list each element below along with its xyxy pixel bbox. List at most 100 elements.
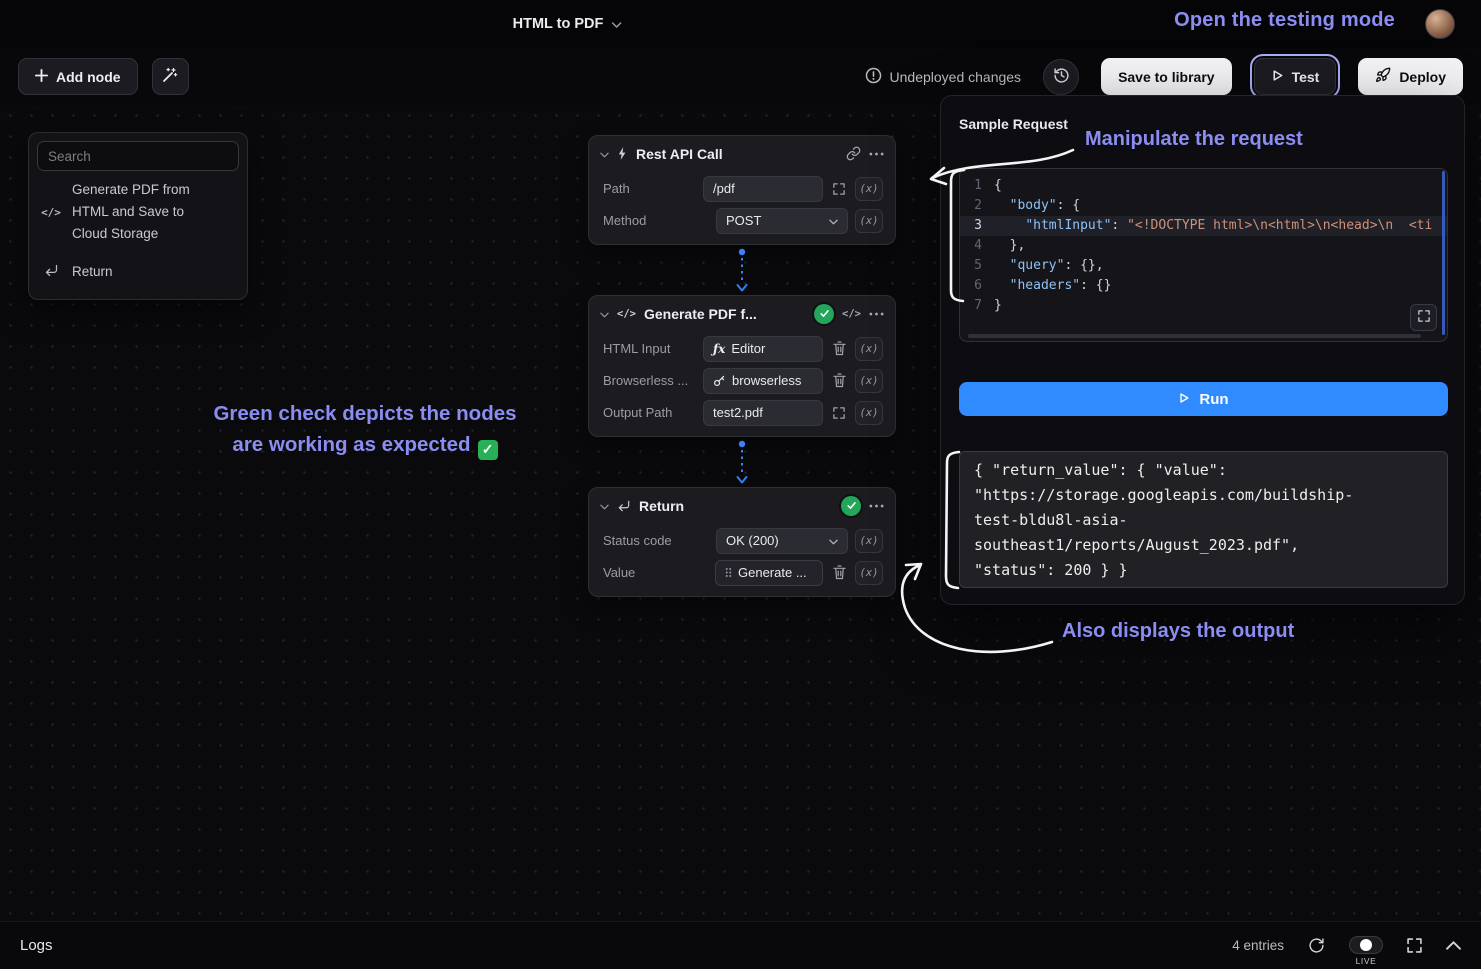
- live-label: LIVE: [1356, 956, 1377, 966]
- add-node-label: Add node: [56, 69, 121, 85]
- chevron-down-icon[interactable]: [600, 145, 609, 163]
- node-header[interactable]: </> Generate PDF f... </>: [589, 296, 895, 331]
- variable-binding-button[interactable]: (x): [855, 337, 883, 361]
- line-number: 5: [960, 256, 994, 276]
- chevron-down-icon[interactable]: [600, 305, 609, 323]
- trash-icon[interactable]: [830, 565, 848, 580]
- code-line[interactable]: 6 "headers": {}: [960, 276, 1447, 296]
- key-icon: [713, 374, 726, 387]
- node-generate-pdf[interactable]: </> Generate PDF f... </> HTML Input ƒx …: [588, 295, 896, 437]
- collapse-panel-button[interactable]: [1446, 941, 1461, 950]
- node-body: Status code OK (200) (x) Value Generate …: [589, 523, 895, 596]
- request-code-editor[interactable]: 1{2 "body": {3 "htmlInput": "<!DOCTYPE h…: [959, 168, 1448, 342]
- code-icon: </>: [617, 308, 636, 320]
- node-body: Path /pdf (x) Method POST (x): [589, 171, 895, 244]
- chevron-down-icon[interactable]: [600, 497, 609, 515]
- save-to-library-button[interactable]: Save to library: [1101, 58, 1232, 95]
- trash-icon[interactable]: [830, 373, 848, 388]
- code-text: "htmlInput": "<!DOCTYPE html>\n<html>\n<…: [994, 216, 1432, 236]
- plus-icon: [35, 69, 48, 85]
- expand-icon[interactable]: [830, 407, 848, 419]
- undeployed-changes-label: Undeployed changes: [890, 69, 1022, 85]
- html-input-editor-button[interactable]: ƒx Editor: [703, 336, 823, 362]
- save-to-library-label: Save to library: [1118, 69, 1215, 85]
- history-button[interactable]: [1043, 59, 1079, 95]
- node-rest-api-call[interactable]: Rest API Call Path /pdf (x) Method P: [588, 135, 896, 245]
- code-line[interactable]: 5 "query": {},: [960, 256, 1447, 276]
- editor-scrollbar[interactable]: [1442, 171, 1445, 335]
- more-options-icon[interactable]: [869, 312, 884, 316]
- editor-horizontal-scrollbar[interactable]: [968, 334, 1421, 338]
- test-label: Test: [1292, 69, 1320, 85]
- code-line[interactable]: 2 "body": {: [960, 196, 1447, 216]
- live-toggle[interactable]: [1349, 936, 1383, 954]
- more-options-icon[interactable]: [869, 504, 884, 508]
- info-icon: [865, 67, 882, 87]
- add-node-button[interactable]: Add node: [18, 58, 138, 95]
- node-header[interactable]: Return: [589, 488, 895, 523]
- output-line: "status": 200 } }: [974, 558, 1433, 583]
- field-row-path: Path /pdf (x): [603, 175, 883, 202]
- avatar[interactable]: [1425, 9, 1455, 39]
- code-text: },: [994, 236, 1025, 256]
- expand-icon[interactable]: [830, 183, 848, 195]
- more-options-icon[interactable]: [869, 152, 884, 156]
- refresh-button[interactable]: [1308, 937, 1325, 954]
- magic-wand-button[interactable]: [152, 58, 189, 95]
- node-return[interactable]: Return Status code OK (200) (x) Value: [588, 487, 896, 597]
- live-toggle-group: LIVE: [1349, 936, 1383, 966]
- path-input[interactable]: /pdf: [703, 176, 823, 202]
- logs-label[interactable]: Logs: [20, 937, 53, 954]
- palette-item-generate-pdf[interactable]: </> Generate PDF from HTML and Save to C…: [37, 171, 239, 253]
- code-line[interactable]: 4 },: [960, 236, 1447, 256]
- output-path-input[interactable]: test2.pdf: [703, 400, 823, 426]
- deploy-button[interactable]: Deploy: [1358, 58, 1463, 95]
- annotation-manipulate-request: Manipulate the request: [1085, 128, 1303, 151]
- field-row-browserless: Browserless ... browserless (x): [603, 367, 883, 394]
- palette-item-label: Generate PDF from HTML and Save to Cloud…: [72, 179, 198, 245]
- variable-binding-button[interactable]: (x): [855, 177, 883, 201]
- search-input[interactable]: [37, 141, 239, 171]
- workflow-title-dropdown[interactable]: HTML to PDF: [513, 0, 622, 48]
- variable-binding-button[interactable]: (x): [855, 369, 883, 393]
- deploy-label: Deploy: [1399, 69, 1446, 85]
- field-row-status-code: Status code OK (200) (x): [603, 527, 883, 554]
- field-row-method: Method POST (x): [603, 207, 883, 234]
- chevron-down-icon: [829, 533, 838, 548]
- run-button[interactable]: Run: [959, 382, 1448, 416]
- status-bar: Logs 4 entries LIVE: [0, 921, 1481, 969]
- node-body: HTML Input ƒx Editor (x) Browserless ...…: [589, 331, 895, 436]
- browserless-credential[interactable]: browserless: [703, 368, 823, 394]
- run-output[interactable]: { "return_value": { "value": "https://st…: [959, 451, 1448, 588]
- line-number: 6: [960, 276, 994, 296]
- sample-request-title: Sample Request: [959, 116, 1068, 132]
- output-line: { "return_value": { "value":: [974, 458, 1433, 483]
- variable-binding-button[interactable]: (x): [855, 561, 883, 585]
- field-row-value: Value Generate ... (x): [603, 559, 883, 586]
- view-code-icon[interactable]: </>: [842, 308, 861, 320]
- palette-item-return[interactable]: Return: [37, 253, 239, 291]
- code-text: "query": {},: [994, 256, 1104, 276]
- node-title: Generate PDF f...: [644, 306, 757, 322]
- variable-binding-button[interactable]: (x): [855, 401, 883, 425]
- variable-binding-button[interactable]: (x): [855, 209, 883, 233]
- run-label: Run: [1199, 391, 1228, 408]
- code-line[interactable]: 7}: [960, 296, 1447, 316]
- link-icon[interactable]: [846, 146, 861, 161]
- status-code-select[interactable]: OK (200): [716, 528, 848, 554]
- value-node-reference[interactable]: Generate ...: [715, 560, 823, 586]
- field-label: Browserless ...: [603, 373, 688, 388]
- code-line[interactable]: 3 "htmlInput": "<!DOCTYPE html>\n<html>\…: [960, 216, 1447, 236]
- success-check-icon: [841, 496, 861, 516]
- node-header[interactable]: Rest API Call: [589, 136, 895, 171]
- fullscreen-button[interactable]: [1407, 938, 1422, 953]
- method-select[interactable]: POST: [716, 208, 848, 234]
- code-text: "body": {: [994, 196, 1080, 216]
- undeployed-changes-status: Undeployed changes: [865, 67, 1022, 87]
- play-icon: [1178, 391, 1190, 408]
- variable-binding-button[interactable]: (x): [855, 529, 883, 553]
- trash-icon[interactable]: [830, 341, 848, 356]
- code-line[interactable]: 1{: [960, 176, 1447, 196]
- editor-expand-button[interactable]: [1410, 304, 1437, 331]
- test-button[interactable]: Test: [1254, 58, 1337, 95]
